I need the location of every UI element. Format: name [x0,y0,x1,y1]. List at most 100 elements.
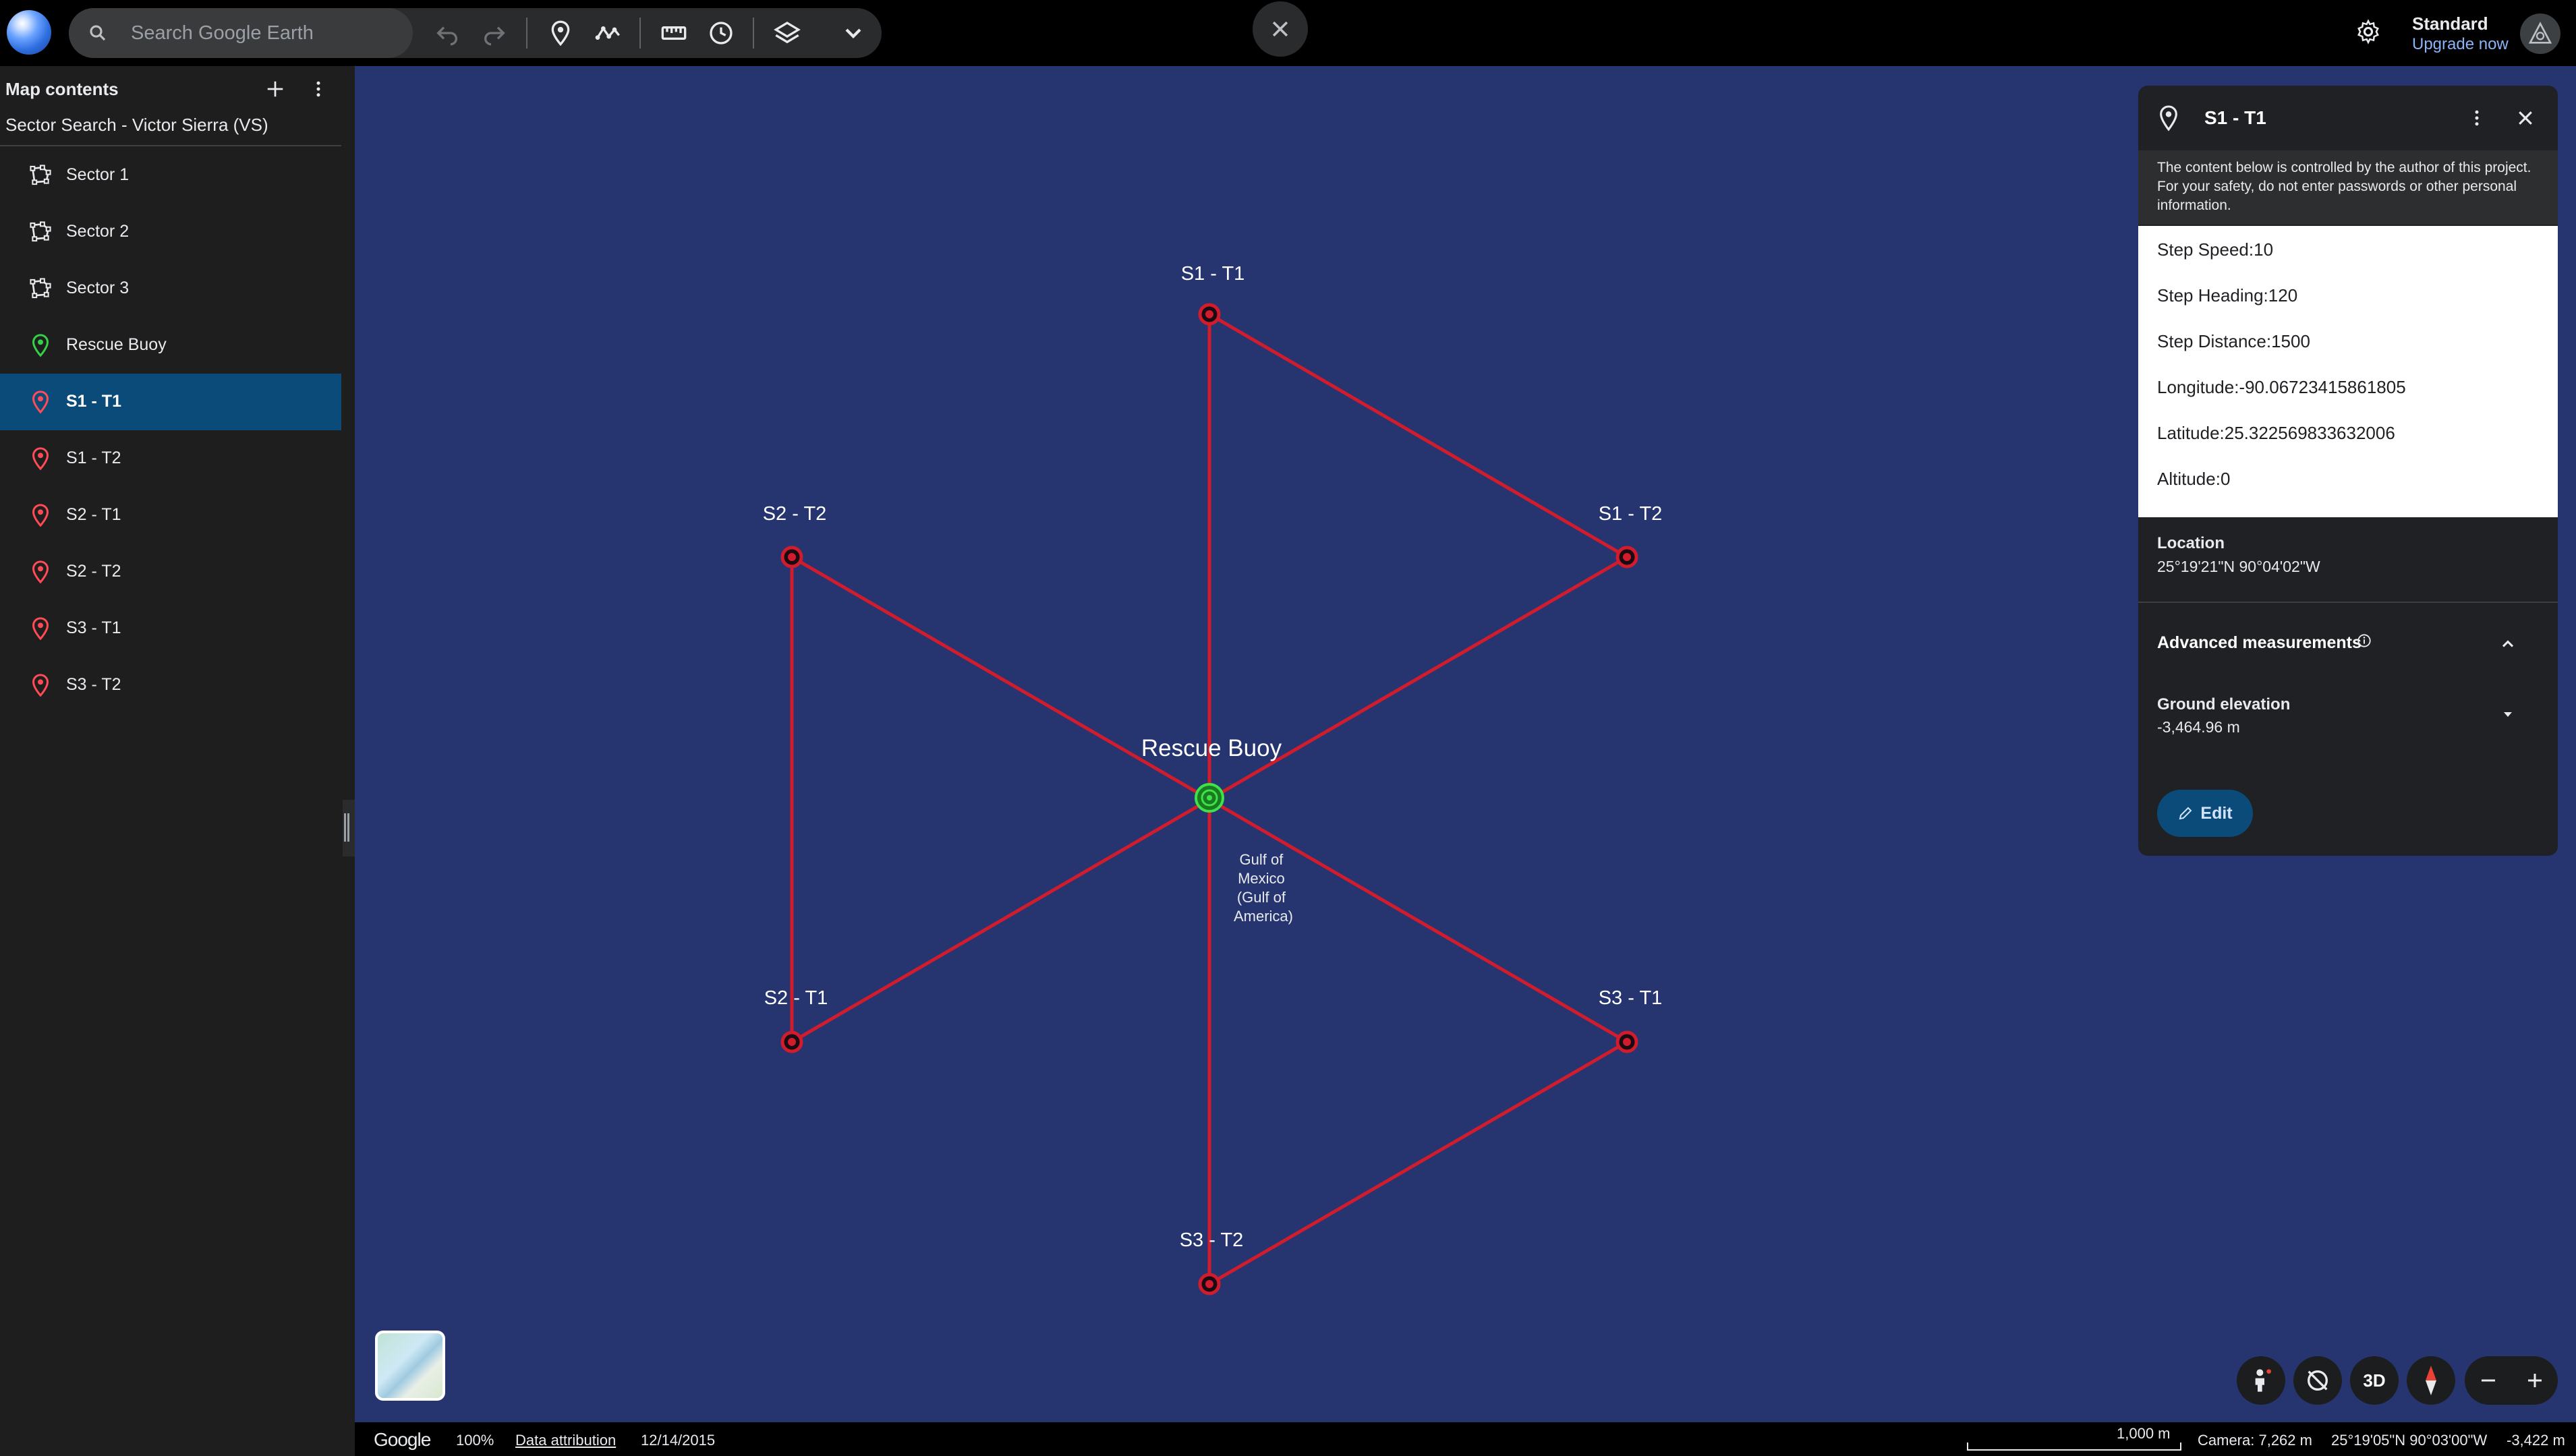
feature-info-card: S1 - T1 The content below is controlled … [2138,86,2558,856]
compass-button[interactable] [2407,1356,2455,1405]
map-contents-item[interactable]: S3 - T2 [0,657,341,714]
red-pin-icon [27,388,54,415]
zoom-out-button[interactable] [2465,1356,2511,1405]
red-pin-icon [27,558,54,585]
item-label: S2 - T1 [66,505,121,524]
cursor-coordinates: 25°19'05"N 90°03'00"W [2331,1432,2488,1449]
map-contents-item[interactable]: S2 - T2 [0,544,341,600]
field-step-speed: Step Speed:10 [2157,239,2274,260]
compass-icon [2426,1366,2436,1395]
upgrade-link[interactable]: Upgrade now [2412,35,2509,54]
placemark-s1-t1[interactable]: S1 - T1 [1181,263,1245,326]
placemark-label: S2 - T2 [763,503,827,525]
scale-label: 1,000 m [2117,1425,2171,1442]
caret-down-icon [2504,712,2512,717]
placemark-icon [2160,105,2177,132]
pegman-button[interactable] [2237,1356,2285,1405]
item-label: S1 - T1 [66,392,121,411]
map-style-thumbnail[interactable] [375,1331,445,1401]
red-pin-icon [27,502,54,529]
close-button[interactable] [1253,1,1308,57]
track-points: S1 - T1 S1 - T2 S2 - T2 S2 - T1 S3 - T1 … [763,263,1663,1295]
status-bar: Google 100% Data attribution 12/14/2015 … [355,1422,2576,1456]
map-contents-item[interactable]: Sector 2 [0,204,341,260]
polygon-icon [27,162,54,189]
toolbar-divider [526,18,527,49]
red-pin-icon [27,672,54,699]
map-contents-item[interactable]: S3 - T1 [0,600,341,657]
placemark-s2-t2[interactable]: S2 - T2 [763,503,827,569]
imagery-date: 12/14/2015 [641,1432,716,1449]
ground-elevation-dropdown[interactable] [2494,701,2521,728]
data-attribution-link[interactable]: Data attribution [515,1432,616,1449]
placemark-s3-t1[interactable]: S3 - T1 [1599,987,1663,1053]
search-input[interactable] [131,18,394,49]
polygon-icon [27,219,54,245]
zoom-in-button[interactable] [2511,1356,2558,1405]
red-pin-icon [27,445,54,472]
project-title[interactable]: Sector Search - Victor Sierra (VS) [5,115,268,136]
placemark-s3-t2[interactable]: S3 - T2 [1180,1229,1244,1295]
search-bar[interactable] [69,8,413,58]
resize-handle[interactable] [344,813,349,842]
chevron-up-icon [2502,640,2514,647]
search-icon [90,25,106,41]
close-icon [1272,21,1288,37]
google-earth-logo[interactable] [7,10,51,55]
undo-button[interactable] [428,13,467,53]
edit-button[interactable]: Edit [2157,790,2253,837]
layers-button[interactable] [768,13,807,53]
add-placemark-icon [551,20,570,47]
info-icon[interactable] [2357,633,2372,648]
measure-button[interactable] [654,13,693,53]
zoom-level: 100% [456,1432,494,1449]
item-label: S3 - T1 [66,618,121,637]
map-contents-item[interactable]: S1 - T1 [0,374,341,430]
map-contents-item[interactable]: Sector 3 [0,260,341,317]
minus-icon [2481,1379,2495,1382]
water-body-label: Gulf of Mexico (Gulf of America) [1234,851,1293,925]
add-placemark-button[interactable] [541,13,580,53]
redo-icon [484,26,505,46]
placemark-s2-t1[interactable]: S2 - T1 [764,987,828,1053]
map-contents-item[interactable]: Rescue Buoy [0,317,341,374]
item-label: Sector 2 [66,222,130,241]
settings-button[interactable] [2351,15,2385,49]
3d-label: 3D [2363,1370,2386,1391]
item-label: Sector 1 [66,165,130,184]
google-logo: Google [374,1429,431,1450]
card-close-button[interactable] [2511,103,2540,133]
3d-toggle-button[interactable]: 3D [2350,1356,2399,1405]
redo-button[interactable] [475,13,514,53]
green-pin-icon [27,332,54,359]
pencil-icon [2179,807,2192,820]
history-button[interactable] [702,13,741,53]
map-contents-item[interactable]: S1 - T2 [0,430,341,487]
placemark-label: S3 - T1 [1599,987,1663,1009]
top-bar: Standard Upgrade now [0,0,2576,66]
map-contents-item[interactable]: Sector 1 [0,147,341,204]
layers-icon [774,22,801,44]
map-contents-item[interactable]: S2 - T1 [0,487,341,544]
track-line [1208,1040,1628,1286]
placemark-s1-t2[interactable]: S1 - T2 [1599,503,1663,569]
more-tools-button[interactable] [834,13,873,53]
draw-path-button[interactable] [588,13,627,53]
add-content-button[interactable] [262,76,289,103]
tilt-toggle-button[interactable] [2293,1356,2342,1405]
panel-more-button[interactable] [305,76,332,103]
location-label: Location [2157,534,2225,552]
pegman-icon [2255,1369,2271,1392]
collapse-advanced-button[interactable] [2494,631,2521,658]
red-pin-icon [27,615,54,642]
placemark-label: S1 - T1 [1181,263,1245,285]
avatar[interactable] [2520,13,2560,54]
field-altitude: Altitude:0 [2157,469,2231,489]
panel-title: Map contents [5,79,119,99]
field-step-heading: Step Heading:120 [2157,285,2298,305]
field-longitude: Longitude:-90.06723415861805 [2157,377,2406,397]
item-label: Rescue Buoy [66,335,167,354]
zoom-control [2465,1356,2558,1405]
scale-bar [1967,1443,2181,1451]
card-more-button[interactable] [2462,103,2492,133]
